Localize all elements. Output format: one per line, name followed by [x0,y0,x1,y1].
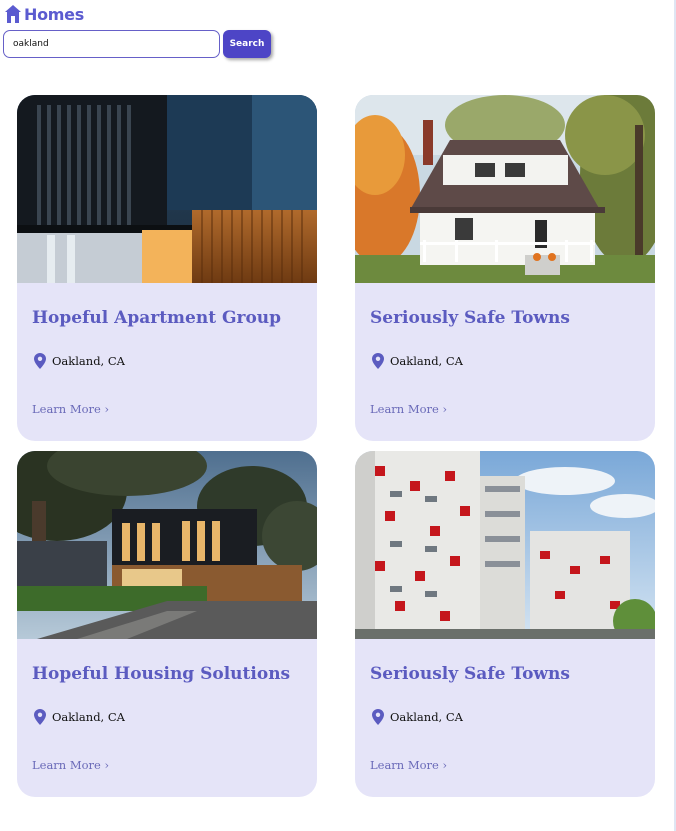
apartment-towers-photo [355,451,655,639]
location-text: Oakland, CA [52,354,125,368]
learn-more-link[interactable]: Learn More › [370,758,447,772]
listing-title: Hopeful Apartment Group [32,308,282,328]
location-pin-icon [372,353,384,369]
learn-more-link[interactable]: Learn More › [32,402,109,416]
learn-more-link[interactable]: Learn More › [370,402,447,416]
search-button[interactable]: Search [223,30,271,58]
listing-location: Oakland, CA [372,709,463,725]
location-pin-icon [34,353,46,369]
modern-house-at-dusk-photo [17,451,317,639]
page-title: Homes [24,4,84,24]
white-house-with-porch-photo [355,95,655,283]
learn-more-link[interactable]: Learn More › [32,758,109,772]
listing-card: Hopeful Apartment Group Oakland, CA Lear… [17,95,317,441]
listing-card: Seriously Safe Towns Oakland, CA Learn M… [355,95,655,441]
app-header: Homes [4,3,84,25]
listing-title: Seriously Safe Towns [370,664,570,684]
listing-location: Oakland, CA [34,353,125,369]
listing-card: Seriously Safe Towns Oakland, CA Learn M… [355,451,655,797]
location-pin-icon [372,709,384,725]
modern-dark-townhouse-photo [17,95,317,283]
listing-card: Hopeful Housing Solutions Oakland, CA Le… [17,451,317,797]
location-text: Oakland, CA [390,710,463,724]
listing-title: Hopeful Housing Solutions [32,664,291,684]
location-text: Oakland, CA [390,354,463,368]
listing-location: Oakland, CA [34,709,125,725]
listing-title: Seriously Safe Towns [370,308,570,328]
listing-location: Oakland, CA [372,353,463,369]
search-input[interactable] [3,30,220,58]
location-text: Oakland, CA [52,710,125,724]
location-pin-icon [34,709,46,725]
home-icon [5,5,21,23]
